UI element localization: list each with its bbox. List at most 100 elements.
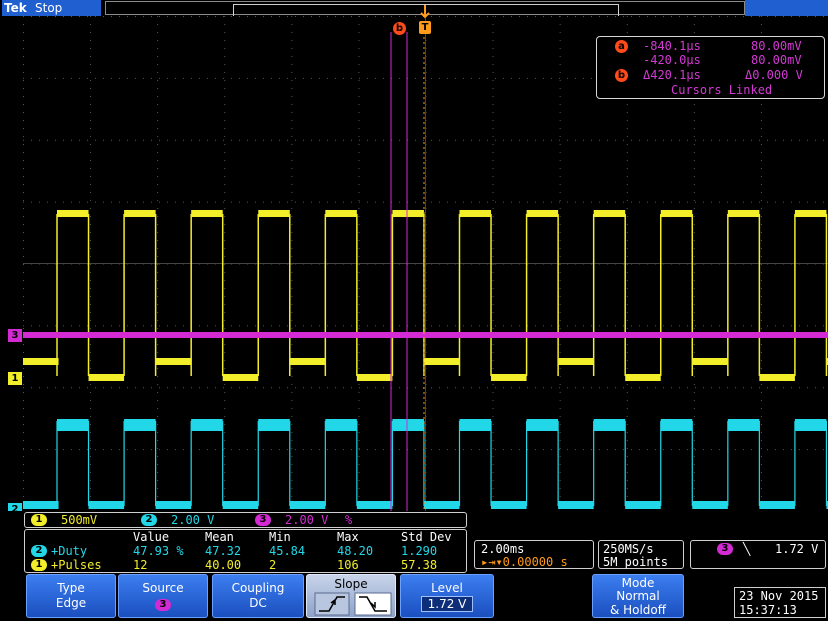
grid-dot (358, 312, 360, 313)
grid-dot (492, 304, 494, 305)
grid-dot (87, 77, 88, 79)
ch2-high-pulse (660, 419, 693, 431)
channel-3-marker[interactable]: 3 (8, 329, 22, 342)
grid-dot (291, 184, 293, 185)
grid-dot (823, 16, 824, 17)
grid-dot (103, 77, 104, 79)
grid-dot (719, 139, 720, 141)
grid-dot (492, 56, 494, 57)
grid-dot (23, 272, 24, 273)
grid-dot (327, 139, 328, 141)
grid-dot (503, 77, 504, 79)
grid-dot (199, 77, 200, 79)
grid-dot (335, 16, 336, 17)
grid-dot (492, 328, 494, 329)
grid-dot (626, 224, 628, 225)
coupling-softkey[interactable]: Coupling DC (212, 574, 304, 618)
grid-dot (111, 77, 112, 79)
measurement-table[interactable]: Value Mean Min Max Std Dev 2 +Duty 47.93… (24, 529, 467, 573)
grid-dot (543, 449, 544, 451)
run-state-indicator[interactable]: Stop (33, 0, 101, 16)
source-softkey[interactable]: Source 3 (118, 574, 208, 618)
grid-dot (559, 104, 561, 105)
grid-dot (231, 201, 232, 203)
grid-dot (711, 387, 712, 389)
cursor-readout-panel[interactable]: a -840.1µs 80.00mV -420.0µs 80.00mV b Δ4… (596, 36, 825, 99)
grid-dot (492, 248, 494, 249)
grid-dot (775, 139, 776, 141)
slope-softkey[interactable]: Slope (306, 574, 396, 618)
grid-dot (383, 139, 384, 141)
grid-dot (90, 72, 92, 73)
grid-dot (551, 449, 552, 451)
grid-dot (760, 448, 762, 449)
trigger-position-marker[interactable]: T (418, 5, 432, 35)
level-softkey[interactable]: Level 1.72 V (400, 574, 494, 618)
trigger-readout[interactable]: 3 ╲ 1.72 V (690, 540, 826, 569)
mode-softkey[interactable]: Mode Normal & Holdoff (592, 574, 684, 618)
grid-dot (735, 16, 736, 17)
grid-dot (783, 387, 784, 389)
grid-dot (358, 72, 360, 73)
grid-dot (63, 449, 64, 451)
grid-dot (463, 325, 464, 327)
grid-dot (23, 312, 24, 313)
grid-dot (135, 201, 136, 203)
grid-dot (87, 139, 88, 141)
grid-dot (157, 488, 159, 489)
grid-dot (807, 325, 808, 327)
grid-dot (291, 472, 293, 473)
grid-dot (626, 128, 628, 129)
grid-dot (343, 16, 344, 17)
type-softkey[interactable]: Type Edge (26, 574, 116, 618)
grid-dot (760, 416, 762, 417)
grid-dot (492, 32, 494, 33)
grid-dot (90, 216, 92, 217)
vertical-settings-strip[interactable]: 1 500mV 2 2.00 V 3 2.00 V % (24, 512, 467, 528)
grid-dot (23, 72, 24, 73)
grid-dot (71, 449, 72, 451)
grid-dot (119, 139, 120, 141)
grid-dot (760, 32, 762, 33)
grid-dot (535, 16, 536, 17)
col-header-min: Min (269, 530, 291, 544)
grid-dot (567, 449, 568, 451)
grid-dot (224, 208, 226, 209)
grid-dot (157, 120, 159, 121)
ch1-low-level (692, 358, 728, 365)
grid-dot (626, 440, 628, 441)
grid-dot (567, 387, 568, 389)
grid-dot (291, 200, 293, 201)
grid-dot (799, 201, 800, 203)
grid-dot (157, 440, 159, 441)
grid-dot (157, 480, 159, 481)
acquisition-readout[interactable]: 250MS/s 5M points (598, 540, 684, 569)
ch3-scale[interactable]: 2.00 V (285, 513, 328, 527)
channel-1-marker[interactable]: 1 (8, 372, 22, 385)
grid-dot (679, 201, 680, 203)
grid-dot (607, 201, 608, 203)
grid-dot (90, 168, 92, 169)
cursor-b-badge[interactable]: b (393, 22, 406, 35)
grid-dot (90, 176, 92, 177)
grid-dot (759, 139, 760, 141)
grid-dot (224, 16, 226, 17)
grid-dot (693, 232, 695, 233)
record-view-end-block (745, 0, 828, 16)
grid-dot (157, 456, 159, 457)
grid-dot (358, 328, 360, 329)
timebase-readout[interactable]: 2.00ms ▸⇥▾0.00000 s (474, 540, 594, 569)
grid-dot (471, 77, 472, 79)
grid-dot (291, 232, 293, 233)
grid-dot (751, 139, 752, 141)
grid-dot (559, 224, 561, 225)
grid-dot (559, 408, 561, 409)
grid-dot (358, 368, 360, 369)
grid-dot (311, 139, 312, 141)
grid-dot (543, 201, 544, 203)
ch2-scale[interactable]: 2.00 V (171, 513, 214, 527)
grid-dot (727, 387, 728, 389)
grid-dot (492, 440, 494, 441)
ch1-scale[interactable]: 500mV (61, 513, 97, 527)
grid-dot (383, 77, 384, 79)
